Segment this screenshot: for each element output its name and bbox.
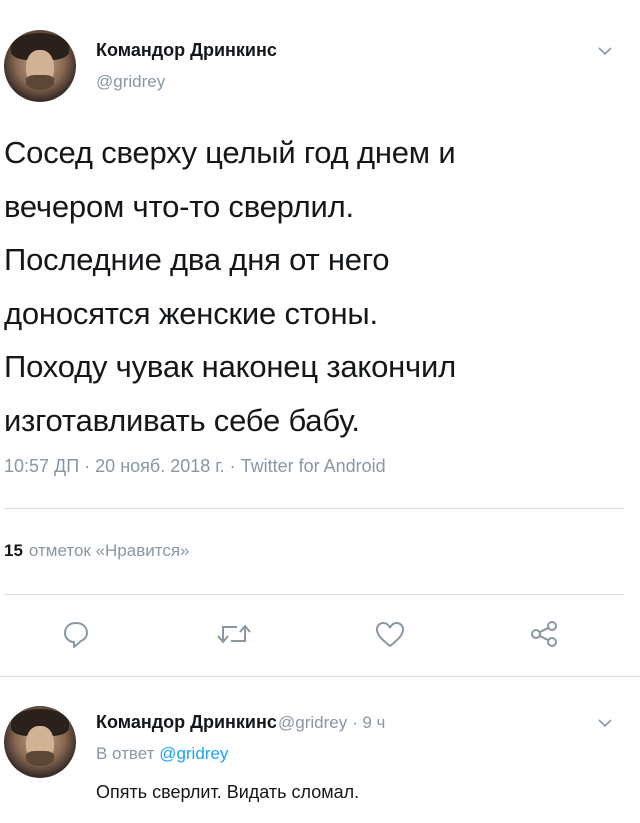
like-button[interactable]: [372, 616, 408, 652]
share-icon: [531, 621, 557, 647]
author-name[interactable]: Командор Дринкинс: [96, 40, 277, 61]
reply-icon: [64, 622, 88, 648]
reply-author-avatar[interactable]: [4, 706, 76, 778]
reply-handle[interactable]: @gridrey: [278, 713, 347, 732]
likes-label: отметок «Нравится»: [28, 541, 190, 560]
in-reply-to: В ответ @gridrey: [96, 744, 228, 764]
retweet-icon: [217, 624, 251, 644]
tweet-text: Сосед сверху целый год днем и вечером чт…: [4, 135, 456, 438]
likes-summary[interactable]: 15 отметок «Нравится»: [4, 541, 190, 561]
chevron-down-icon[interactable]: [598, 44, 612, 58]
divider: [0, 676, 640, 677]
divider: [4, 594, 624, 595]
author-handle[interactable]: @gridrey: [96, 72, 165, 92]
likes-count: 15: [4, 541, 23, 560]
avatar-beard: [25, 74, 55, 91]
reply-time: · 9 ч: [351, 713, 386, 732]
share-button[interactable]: [526, 616, 562, 652]
avatar-beard: [25, 750, 55, 767]
tweet-meta: 10:57 ДП · 20 нояб. 2018 г. · Twitter fo…: [4, 456, 386, 476]
in-reply-prefix: В ответ: [96, 744, 155, 763]
author-avatar[interactable]: [4, 30, 76, 102]
reply-tweet-text: Опять сверлит. Видать сломал.: [96, 782, 360, 802]
retweet-button[interactable]: [216, 616, 252, 652]
reply-author-handle: @gridrey · 9 ч: [278, 713, 385, 733]
divider: [4, 508, 624, 509]
like-icon: [376, 622, 404, 647]
reply-button[interactable]: [58, 616, 94, 652]
reply-author-name[interactable]: Командор Дринкинс: [96, 712, 277, 733]
chevron-down-icon[interactable]: [598, 716, 612, 730]
in-reply-mention[interactable]: @gridrey: [159, 744, 228, 763]
